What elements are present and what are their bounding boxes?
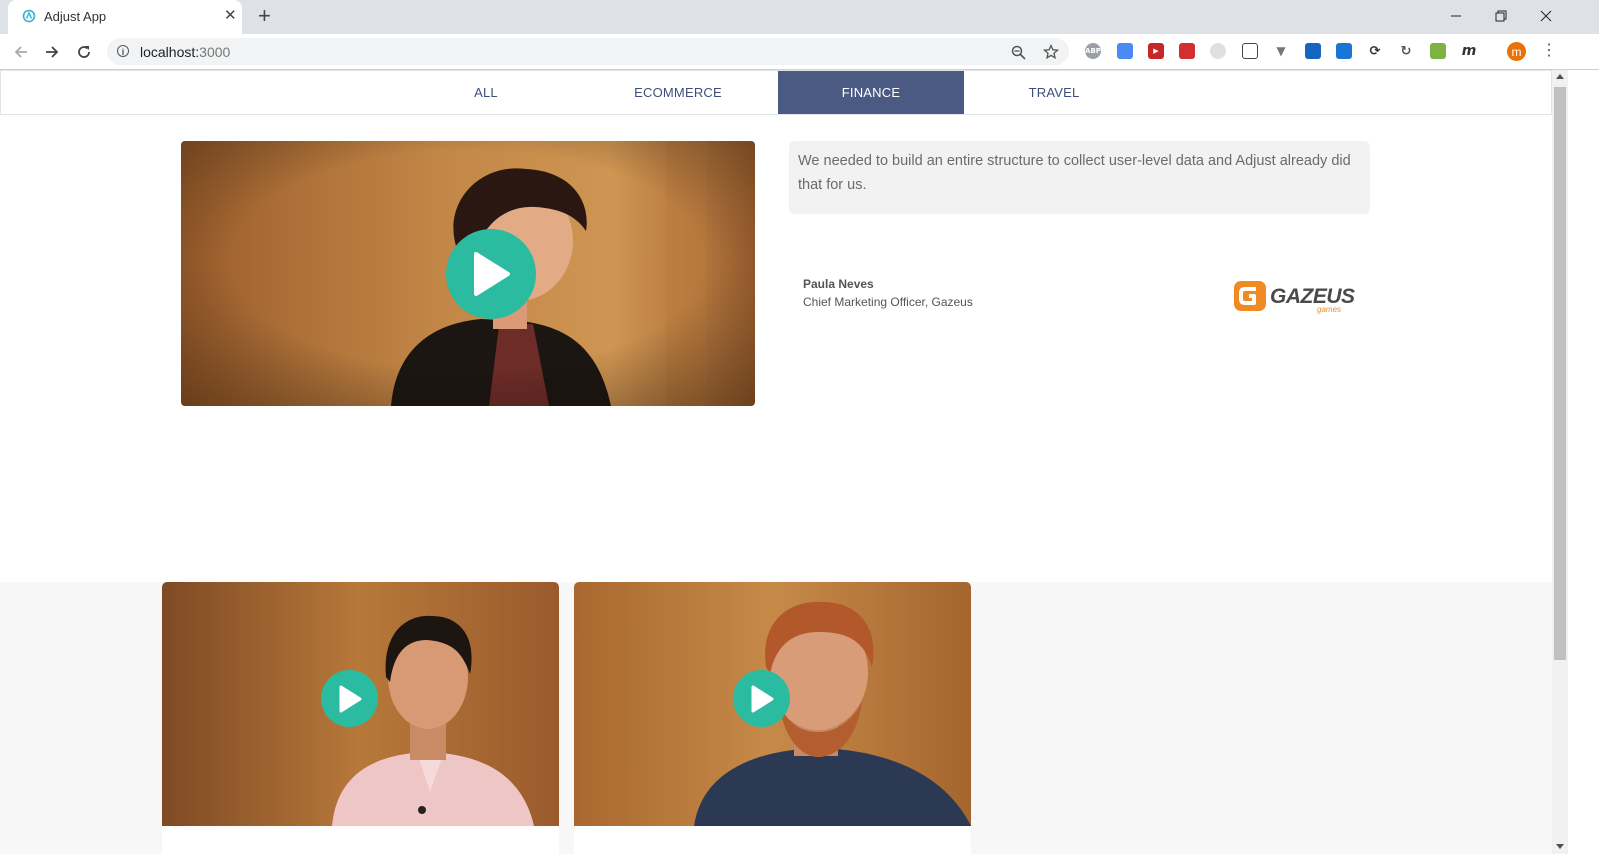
testimonial-card[interactable] [162,582,559,854]
chat-extension-icon[interactable] [1336,43,1352,59]
featured-play-button[interactable] [446,229,536,319]
scrollbar-thumb[interactable] [1554,87,1566,660]
tab-title: Adjust App [44,9,107,24]
person-name: Paula Neves [803,277,874,291]
app-favicon-icon [22,9,36,23]
tab-close-icon[interactable]: ✕ [224,8,237,24]
vivaldi-extension-icon[interactable]: ▼ [1273,43,1289,59]
refresh-extension-icon[interactable]: ↻ [1398,43,1414,59]
category-filter-bar: ALL ECOMMERCE FINANCE TRAVEL [0,70,1552,115]
close-window-icon[interactable] [1531,4,1561,28]
play-icon [751,685,773,712]
gazeus-logo: GAZEUS games [1232,280,1355,316]
testimonial-quote: We needed to build an entire structure t… [789,141,1370,214]
zoom-icon[interactable] [1009,43,1027,61]
card-video[interactable] [162,582,559,826]
restore-icon[interactable] [1486,4,1516,28]
window-gutter [1568,70,1599,854]
logo-subtext: games [1317,305,1342,314]
red-extension-icon[interactable] [1179,43,1195,59]
card-play-button[interactable] [733,670,790,727]
play-icon [474,252,510,296]
play-icon [339,685,361,712]
card-play-button[interactable] [321,670,378,727]
address-bar[interactable]: i localhost:3000 [107,38,1069,65]
browser-menu-icon[interactable]: ⋮ [1541,42,1557,60]
quote-text: We needed to build an entire structure t… [798,153,1351,193]
window-extension-icon[interactable] [1305,43,1321,59]
forward-icon[interactable] [42,42,62,62]
green-extension-icon[interactable] [1430,43,1446,59]
new-tab-icon[interactable]: + [258,5,271,27]
circle-extension-icon[interactable] [1210,43,1226,59]
browser-tab[interactable]: Adjust App ✕ [8,0,242,34]
tab-ecommerce[interactable]: ECOMMERCE [578,71,778,114]
testimonial-grid [0,582,1552,854]
logo-wordmark: GAZEUS [1270,285,1355,308]
capture-extension-icon[interactable] [1242,43,1258,59]
reload-icon[interactable] [74,42,94,62]
url-text: localhost:3000 [140,44,231,60]
person-title: Chief Marketing Officer, Gazeus [803,295,973,309]
scroll-up-arrow-icon[interactable] [1556,74,1564,79]
minimize-icon[interactable] [1441,4,1471,28]
scroll-down-arrow-icon[interactable] [1556,844,1564,849]
tab-all[interactable]: ALL [394,71,578,114]
sync-extension-icon[interactable]: ⟳ [1367,43,1383,59]
page-scrollbar[interactable] [1552,70,1568,854]
m-extension-icon[interactable]: m [1461,43,1477,59]
testimonial-card[interactable] [574,582,971,854]
back-icon[interactable] [11,42,31,62]
profile-avatar[interactable]: m [1507,42,1526,61]
page-viewport: ALL ECOMMERCE FINANCE TRAVEL We needed t… [0,70,1552,854]
site-info-icon[interactable]: i [117,45,129,57]
tab-travel[interactable]: TRAVEL [964,71,1144,114]
featured-video[interactable] [181,141,755,406]
tab-finance[interactable]: FINANCE [778,71,964,114]
adblock-extension-icon[interactable]: ABP [1085,43,1101,59]
browser-toolbar: i localhost:3000 ABP ▶ ▼ ⟳ ↻ m m ⋮ [0,34,1599,70]
bookmark-star-icon[interactable] [1042,43,1060,61]
browser-tabstrip: Adjust App ✕ + [0,0,1599,34]
fast-forward-extension-icon[interactable]: ▶ [1148,43,1164,59]
docs-extension-icon[interactable] [1117,43,1133,59]
card-video[interactable] [574,582,971,826]
